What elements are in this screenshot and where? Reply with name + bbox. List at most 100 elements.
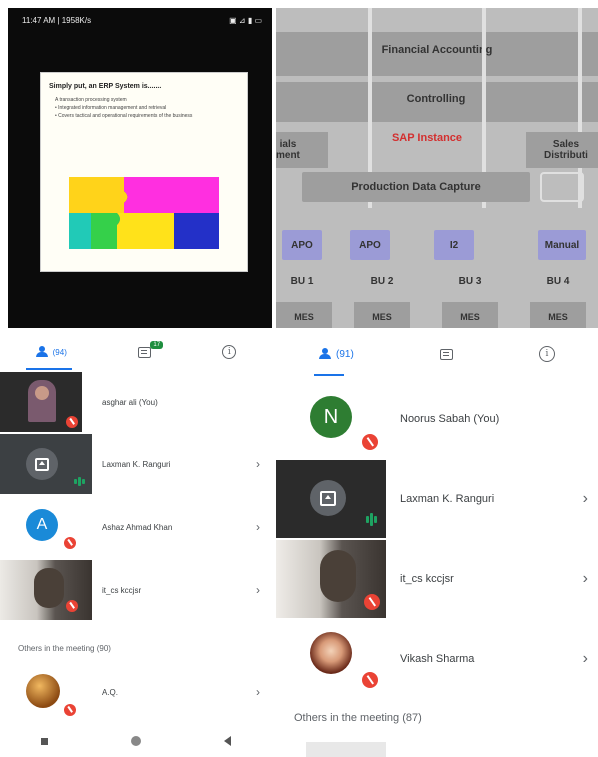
unit-mes: MES <box>442 302 498 328</box>
chat-icon <box>439 348 453 360</box>
participant-video <box>276 540 386 618</box>
participant-name: it_cs kccjsr <box>102 585 142 595</box>
people-icon <box>319 348 333 360</box>
unit-tag: APO <box>282 230 322 260</box>
status-bar: 11:47 AM | 1958K/s ▣ ⊿ ▮ ▭ <box>8 8 272 32</box>
participant-row[interactable]: Vikash Sharma › <box>276 620 598 698</box>
participant-video <box>0 372 82 432</box>
participant-video <box>0 560 92 620</box>
tab-indicator <box>26 368 72 370</box>
diagram-sales: Sales Distributi <box>526 132 598 168</box>
participant-row[interactable]: Laxman K. Ranguri › <box>0 434 272 494</box>
mic-off-icon <box>362 434 378 450</box>
diagram-materials: ials ment <box>276 132 328 168</box>
shared-screen: 11:47 AM | 1958K/s ▣ ⊿ ▮ ▭ Simply put, a… <box>8 8 272 328</box>
avatar: A <box>26 509 58 541</box>
tab-people[interactable]: (94) <box>35 346 67 358</box>
participant-row[interactable]: Laxman K. Ranguri › <box>276 460 598 538</box>
status-time: 11:47 AM | 1958K/s <box>22 16 92 25</box>
mic-off-icon <box>362 672 378 688</box>
participant-name: A.Q. <box>102 687 119 697</box>
participant-video <box>0 434 92 494</box>
info-icon: i <box>538 346 555 362</box>
participant-avatar-tile <box>276 620 386 698</box>
mic-off-icon <box>66 600 78 612</box>
mic-off-icon <box>64 537 76 549</box>
participant-row[interactable]: N Noorus Sabah (You) <box>276 380 598 458</box>
others-header: Others in the meeting (87) <box>294 712 422 724</box>
participant-row[interactable]: it_cs kccjsr › <box>0 560 272 620</box>
others-header: Others in the meeting (90) <box>18 644 111 653</box>
unit-bu: BU 4 <box>546 275 570 287</box>
participant-name: Noorus Sabah (You) <box>400 413 500 425</box>
meeting-tabbar: (94) 17 i <box>0 338 272 366</box>
tab-chat[interactable]: 17 <box>138 340 164 358</box>
unit-tag: Manual <box>538 230 586 260</box>
people-count: (94) <box>52 347 67 357</box>
sap-diagram: Financial Accounting Controlling SAP Ins… <box>276 8 598 328</box>
diagram-production: Production Data Capture <box>302 172 530 202</box>
unit-mes: MES <box>276 302 332 328</box>
diagram-sap-instance: SAP Instance <box>391 132 463 144</box>
diagram-controlling: Controlling <box>406 93 466 105</box>
participant-name: Laxman K. Ranguri <box>400 493 495 505</box>
people-icon <box>35 346 50 358</box>
android-nav-bar <box>0 732 272 750</box>
chevron-right-icon: › <box>256 457 260 471</box>
chat-icon <box>138 346 152 358</box>
slide-bullet: • Covers tactical and operational requir… <box>55 113 193 119</box>
home-icon[interactable] <box>130 736 141 746</box>
chat-badge: 17 <box>150 340 164 349</box>
left-screenshot: 11:47 AM | 1958K/s ▣ ⊿ ▮ ▭ Simply put, a… <box>0 0 272 757</box>
erp-puzzle-graphic <box>69 177 219 249</box>
chevron-right-icon: › <box>256 685 260 699</box>
participant-row[interactable]: it_cs kccjsr › <box>276 540 598 618</box>
participant-name: asghar ali (You) <box>102 397 158 407</box>
participant-row[interactable]: asghar ali (You) <box>0 372 272 432</box>
slide-bullet: A transaction processing system <box>55 97 127 103</box>
recents-icon[interactable] <box>41 737 49 745</box>
meeting-tabbar: (91) i <box>276 338 598 370</box>
unit-tag: APO <box>350 230 390 260</box>
slide-bullets: A transaction processing system • Integr… <box>49 96 239 120</box>
speaking-indicator-icon <box>74 476 85 486</box>
chevron-right-icon: › <box>256 583 260 597</box>
participant-row[interactable]: A Ashaz Ahmad Khan › <box>0 497 272 557</box>
info-icon: i <box>222 345 237 359</box>
back-icon[interactable] <box>223 736 231 746</box>
chevron-right-icon: › <box>582 570 588 587</box>
slide-title: Simply put, an ERP System is....... <box>49 83 162 90</box>
speaking-indicator-icon <box>366 512 377 526</box>
chevron-right-icon: › <box>582 490 588 507</box>
status-icons: ▣ ⊿ ▮ ▭ <box>229 16 262 25</box>
presentation-slide: Simply put, an ERP System is....... A tr… <box>40 72 248 272</box>
unit-mes: MES <box>530 302 586 328</box>
tab-info[interactable]: i <box>538 346 555 362</box>
unit-bu: BU 2 <box>370 275 394 287</box>
right-screenshot: Financial Accounting Controlling SAP Ins… <box>276 0 598 757</box>
unit-bu: BU 1 <box>290 275 314 287</box>
avatar: N <box>310 396 352 438</box>
unit-tag: I2 <box>434 230 474 260</box>
present-screen-icon <box>310 480 346 516</box>
tab-people[interactable]: (91) <box>319 348 354 360</box>
tab-info[interactable]: i <box>222 345 237 359</box>
present-screen-icon <box>26 448 58 480</box>
mic-off-icon <box>64 704 76 716</box>
participant-avatar-tile <box>0 664 92 720</box>
participant-row[interactable]: A.Q. › <box>0 664 272 720</box>
tab-chat[interactable] <box>439 348 453 360</box>
diagram-financial: Financial Accounting <box>381 44 493 56</box>
slide-bullet: • Integrated information management and … <box>55 105 167 111</box>
mic-off-icon <box>66 416 78 428</box>
participant-name: Vikash Sharma <box>400 653 475 665</box>
tab-indicator <box>314 374 344 376</box>
participant-avatar-tile: A <box>0 497 92 557</box>
unit-bu: BU 3 <box>458 275 482 287</box>
chevron-right-icon: › <box>256 520 260 534</box>
participant-name: Ashaz Ahmad Khan <box>102 522 173 532</box>
mic-off-icon <box>364 594 380 610</box>
participant-name: it_cs kccjsr <box>400 573 454 585</box>
participant-video <box>276 460 386 538</box>
participant-avatar-tile: N <box>276 380 386 458</box>
